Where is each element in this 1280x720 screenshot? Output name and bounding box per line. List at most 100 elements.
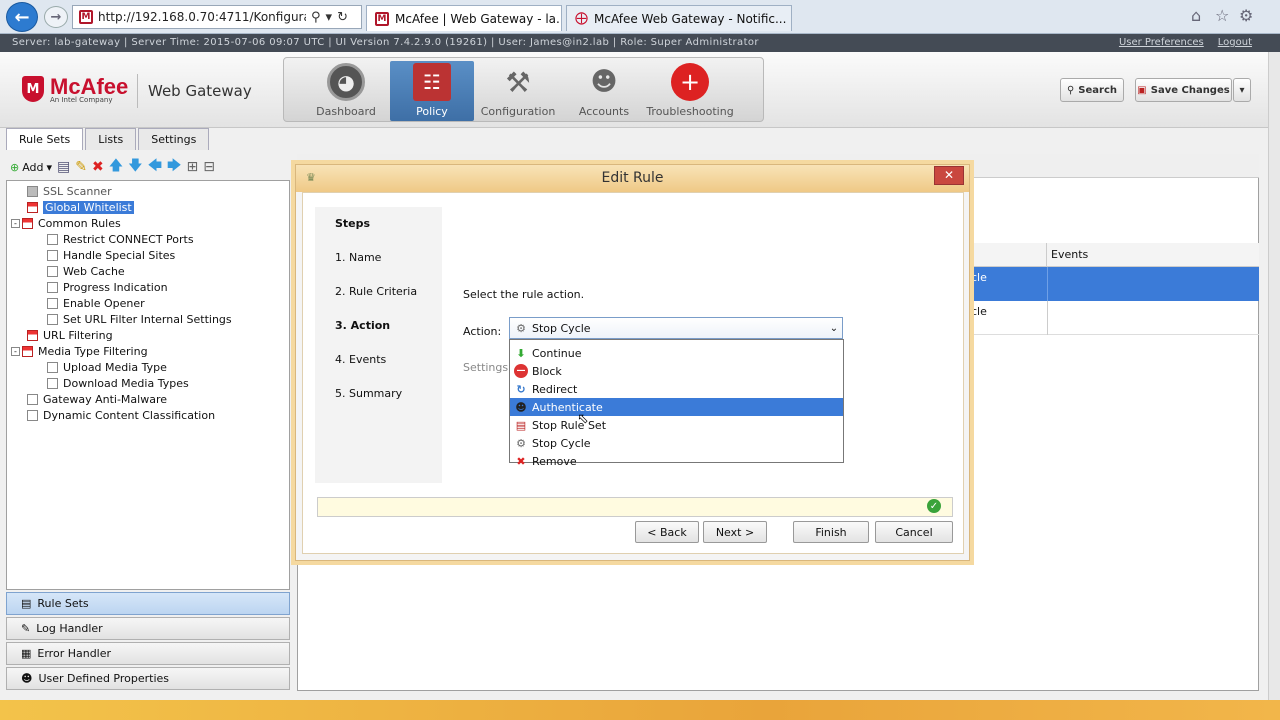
- section-label: Error Handler: [37, 647, 112, 660]
- tree-item[interactable]: Upload Media Type: [7, 359, 289, 375]
- tree-item[interactable]: - Media Type Filtering: [7, 343, 289, 359]
- section-error-handler[interactable]: ▦ Error Handler: [6, 642, 290, 665]
- tree-item[interactable]: Web Cache: [7, 263, 289, 279]
- tree-item[interactable]: Handle Special Sites: [7, 247, 289, 263]
- option-stop-cycle[interactable]: ⚙ Stop Cycle: [510, 434, 843, 452]
- logout-link[interactable]: Logout: [1218, 34, 1252, 52]
- step-events[interactable]: 4. Events: [315, 343, 442, 377]
- forward-arrow-icon[interactable]: →: [44, 6, 68, 28]
- move-left-icon[interactable]: 🡄: [148, 155, 162, 179]
- star-icon[interactable]: ☆: [1215, 6, 1229, 25]
- troubleshooting-icon: +: [671, 63, 709, 101]
- option-block[interactable]: — Block: [510, 362, 843, 380]
- user-preferences-link[interactable]: User Preferences: [1119, 34, 1204, 52]
- tree-item[interactable]: Set URL Filter Internal Settings: [7, 311, 289, 327]
- option-authenticate[interactable]: ☻ Authenticate: [510, 398, 843, 416]
- browser-tab[interactable]: ⨁ McAfee Web Gateway - Notific...: [566, 5, 792, 31]
- tab-lists[interactable]: Lists: [85, 128, 137, 150]
- nav-policy[interactable]: ☷ Policy: [390, 61, 474, 121]
- save-changes-button[interactable]: ▣ Save Changes: [1135, 78, 1232, 102]
- action-select-value: Stop Cycle: [532, 321, 591, 335]
- nav-troubleshooting[interactable]: + Troubleshooting: [646, 61, 734, 121]
- option-remove[interactable]: ✖ Remove: [510, 452, 843, 470]
- tree-item[interactable]: URL Filtering: [7, 327, 289, 343]
- tree-item[interactable]: Progress Indication: [7, 279, 289, 295]
- server-status-bar: Server: lab-gateway | Server Time: 2015-…: [0, 34, 1280, 52]
- tree-item[interactable]: Enable Opener: [7, 295, 289, 311]
- collapse-icon[interactable]: -: [11, 218, 20, 228]
- section-rule-sets[interactable]: ▤ Rule Sets: [6, 592, 290, 615]
- browser-tab-active[interactable]: M McAfee | Web Gateway - la... ✕: [366, 5, 562, 31]
- option-label: Redirect: [532, 382, 578, 396]
- url-text: http://192.168.0.70:4711/Konfigurator/re: [98, 10, 306, 24]
- error-handler-icon: ▦: [21, 647, 32, 660]
- cancel-button[interactable]: Cancel: [875, 521, 953, 543]
- page-scrollbar[interactable]: [1268, 52, 1280, 700]
- tree-item[interactable]: Gateway Anti-Malware: [7, 391, 289, 407]
- ruleset-icon: [47, 377, 58, 389]
- step-name[interactable]: 1. Name: [315, 241, 442, 275]
- edit-rule-dialog: Edit Rule ♛ ✕ Steps 1. Name 2. Rule Crit…: [295, 164, 970, 561]
- ruleset-icon: [27, 185, 38, 197]
- section-user-defined-properties[interactable]: ☻ User Defined Properties: [6, 667, 290, 690]
- user-icon: ☻: [21, 672, 33, 685]
- option-redirect[interactable]: ↻ Redirect: [510, 380, 843, 398]
- rule-set-tree[interactable]: SSL Scanner Global Whitelist - Common Rul…: [6, 180, 290, 590]
- gear-icon[interactable]: ⚙: [1239, 6, 1253, 25]
- section-log-handler[interactable]: ✎ Log Handler: [6, 617, 290, 640]
- tree-item-label: Web Cache: [63, 264, 125, 278]
- step-summary[interactable]: 5. Summary: [315, 377, 442, 411]
- move-up-icon[interactable]: 🡅: [109, 155, 123, 179]
- option-continue[interactable]: ⬇ Continue: [510, 344, 843, 362]
- close-icon[interactable]: ✕: [934, 166, 964, 185]
- dialog-title: Edit Rule: [296, 165, 969, 192]
- tab-settings[interactable]: Settings: [138, 128, 210, 150]
- collapse-all-icon[interactable]: ⊟: [203, 159, 215, 175]
- action-select[interactable]: ⚙ Stop Cycle ⌄: [509, 317, 843, 339]
- nav-configuration[interactable]: ⚒ Configuration: [476, 61, 560, 121]
- option-stop-rule-set[interactable]: ▤ Stop Rule Set: [510, 416, 843, 434]
- delete-icon[interactable]: ✖: [92, 159, 104, 175]
- tree-item-label: Common Rules: [38, 216, 121, 230]
- table-row[interactable]: cle: [965, 267, 1259, 301]
- nav-dashboard[interactable]: ◕ Dashboard: [304, 61, 388, 121]
- wizard-steps: Steps 1. Name 2. Rule Criteria 3. Action…: [315, 207, 442, 483]
- tree-item[interactable]: Restrict CONNECT Ports: [7, 231, 289, 247]
- policy-icon: ☷: [413, 63, 451, 101]
- address-bar[interactable]: M http://192.168.0.70:4711/Konfigurator/…: [72, 5, 362, 29]
- home-icon[interactable]: ⌂: [1191, 6, 1201, 25]
- add-button[interactable]: ⊕ Add ▾: [10, 161, 52, 174]
- nav-accounts[interactable]: ☻ Accounts: [562, 61, 646, 121]
- step-rule-criteria[interactable]: 2. Rule Criteria: [315, 275, 442, 309]
- next-button[interactable]: Next >: [703, 521, 767, 543]
- tree-item[interactable]: Global Whitelist: [7, 199, 289, 215]
- mcafee-logo-icon: ⨁: [575, 11, 588, 26]
- chevron-down-icon[interactable]: ▾: [1233, 78, 1251, 102]
- dropdown-icon[interactable]: ▾: [326, 10, 333, 25]
- tree-item[interactable]: SSL Scanner: [7, 183, 289, 199]
- tree-item[interactable]: - Common Rules: [7, 215, 289, 231]
- option-label: Authenticate: [532, 400, 603, 414]
- configuration-icon: ⚒: [505, 65, 531, 99]
- accounts-icon: ☻: [590, 67, 618, 97]
- remove-icon: ✖: [516, 454, 526, 468]
- back-button[interactable]: < Back: [635, 521, 699, 543]
- back-arrow-icon[interactable]: ←: [6, 2, 38, 32]
- tab-rule-sets[interactable]: Rule Sets: [6, 128, 84, 150]
- search-button[interactable]: ⚲ Search: [1060, 78, 1124, 102]
- move-down-icon[interactable]: 🡇: [128, 155, 142, 179]
- validation-status-field: [317, 497, 953, 517]
- tree-item[interactable]: Download Media Types: [7, 375, 289, 391]
- collapse-icon[interactable]: -: [11, 346, 20, 356]
- expand-all-icon[interactable]: ⊞: [187, 159, 199, 175]
- finish-button[interactable]: Finish: [793, 521, 869, 543]
- table-row[interactable]: cle: [965, 301, 1259, 335]
- search-icon[interactable]: ⚲: [311, 10, 321, 25]
- tree-item[interactable]: Dynamic Content Classification: [7, 407, 289, 423]
- properties-icon[interactable]: ▤: [57, 159, 70, 175]
- edit-icon[interactable]: ✎: [75, 159, 87, 175]
- move-right-icon[interactable]: 🡆: [167, 155, 181, 179]
- refresh-icon[interactable]: ↻: [337, 10, 348, 25]
- step-action[interactable]: 3. Action: [315, 309, 442, 343]
- save-icon: ▣: [1137, 84, 1147, 96]
